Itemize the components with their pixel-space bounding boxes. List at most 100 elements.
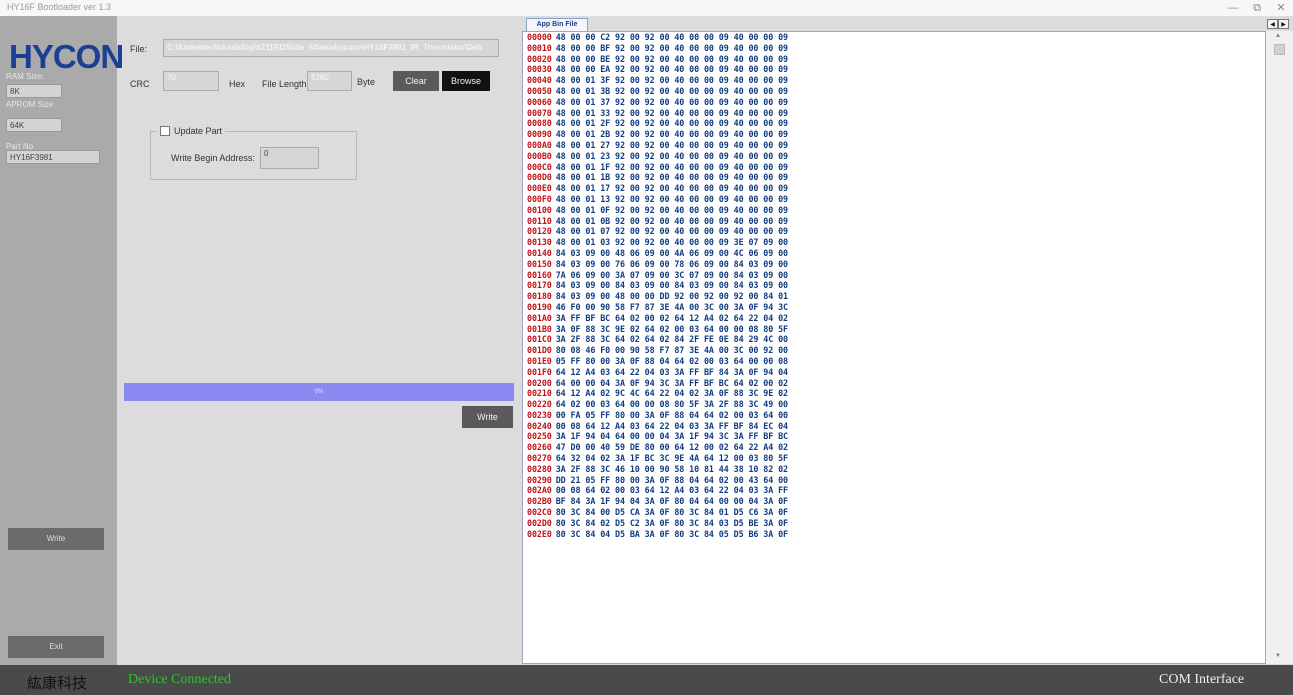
hex-bytes: 80 3C 84 00 D5 CA 3A 0F 80 3C 84 01 D5 C… bbox=[555, 507, 789, 518]
minimize-icon[interactable]: — bbox=[1222, 0, 1244, 16]
hex-row: 00090 48 00 01 2B 92 00 92 00 40 00 00 09… bbox=[523, 129, 1265, 140]
hex-row: 00140 84 03 09 00 48 06 09 00 4A 06 09 00… bbox=[523, 248, 1265, 259]
hex-row: 001F0 64 12 A4 03 64 22 04 03 3A FF BF 84… bbox=[523, 367, 1265, 378]
close-icon[interactable]: ✕ bbox=[1270, 0, 1292, 16]
hex-row: 00230 00 FA 05 FF 80 00 3A 0F 88 04 64 02… bbox=[523, 410, 1265, 421]
hex-bytes: 84 03 09 00 48 00 00 DD 92 00 92 00 92 0… bbox=[555, 291, 789, 302]
hex-row: 000B0 48 00 01 23 92 00 92 00 40 00 00 09… bbox=[523, 151, 1265, 162]
hex-row: 001E0 05 FF 80 00 3A 0F 88 04 64 02 00 03… bbox=[523, 356, 1265, 367]
tab-app-bin-file[interactable]: App Bin File bbox=[526, 18, 588, 31]
hex-bytes: 48 00 01 23 92 00 92 00 40 00 00 09 40 0… bbox=[555, 150, 789, 161]
hex-bytes: 48 00 00 EA 92 00 92 00 40 00 00 09 40 0… bbox=[555, 64, 789, 75]
scroll-left-icon[interactable]: ◀ bbox=[1267, 19, 1278, 29]
hex-row: 00060 48 00 01 37 92 00 92 00 40 00 00 09… bbox=[523, 97, 1265, 108]
hex-address: 00270 bbox=[527, 453, 552, 464]
update-part-checkbox[interactable]: Update Part bbox=[157, 126, 226, 136]
write-begin-address-label: Write Begin Address: bbox=[171, 153, 255, 163]
clear-button[interactable]: Clear bbox=[393, 71, 439, 91]
hex-bytes: 46 F0 00 90 58 F7 87 3E 4A 00 3C 00 3A 0… bbox=[555, 301, 789, 312]
hex-bytes: BF 84 3A 1F 94 04 3A 0F 80 04 64 00 00 0… bbox=[555, 496, 789, 507]
hex-row: 00160 7A 06 09 00 3A 07 09 00 3C 07 09 00… bbox=[523, 270, 1265, 281]
hex-row: 00050 48 00 01 3B 92 00 92 00 40 00 00 09… bbox=[523, 86, 1265, 97]
hex-row: 00240 00 08 64 12 A4 03 64 22 04 03 3A FF… bbox=[523, 421, 1265, 432]
hex-row: 00180 84 03 09 00 48 00 00 DD 92 00 92 00… bbox=[523, 291, 1265, 302]
hex-address: 00140 bbox=[527, 247, 552, 258]
hex-address: 00190 bbox=[527, 301, 552, 312]
scroll-right-icon[interactable]: ▶ bbox=[1278, 19, 1289, 29]
hex-row: 00190 46 F0 00 90 58 F7 87 3E 4A 00 3C 00… bbox=[523, 302, 1265, 313]
hex-row: 00020 48 00 00 BE 92 00 92 00 40 00 00 09… bbox=[523, 54, 1265, 65]
hex-row: 001D0 80 08 46 F0 00 90 58 F7 87 3E 4A 00… bbox=[523, 345, 1265, 356]
hex-address: 001B0 bbox=[527, 323, 552, 334]
hex-bytes: 48 00 00 BF 92 00 92 00 40 00 00 09 40 0… bbox=[555, 42, 789, 53]
hex-row: 001A0 3A FF BF BC 64 02 00 02 64 12 A4 02… bbox=[523, 313, 1265, 324]
hex-address: 00210 bbox=[527, 388, 552, 399]
hycon-logo: HYCON bbox=[9, 38, 124, 75]
hex-row: 00220 64 02 00 03 64 00 00 08 80 5F 3A 2F… bbox=[523, 399, 1265, 410]
scrollbar-thumb[interactable] bbox=[1274, 44, 1285, 55]
file-path-field[interactable]: C:\Andestech\AndeSight211RDS\ide_64\work… bbox=[163, 39, 499, 57]
hex-address: 000F0 bbox=[527, 193, 552, 204]
exit-button[interactable]: Exit bbox=[8, 636, 104, 658]
hex-address: 00040 bbox=[527, 75, 552, 86]
hex-row: 00010 48 00 00 BF 92 00 92 00 40 00 00 09… bbox=[523, 43, 1265, 54]
write-button[interactable]: Write bbox=[462, 406, 513, 428]
hex-row: 002C0 80 3C 84 00 D5 CA 3A 0F 80 3C 84 01… bbox=[523, 507, 1265, 518]
crc-unit-label: Hex bbox=[229, 79, 246, 89]
hex-address: 00290 bbox=[527, 474, 552, 485]
scroll-down-icon[interactable]: ▼ bbox=[1275, 653, 1281, 659]
hex-address: 00030 bbox=[527, 64, 552, 75]
hex-bytes: 00 08 64 12 A4 03 64 22 04 03 3A FF BF 8… bbox=[555, 420, 789, 431]
scrollbar[interactable]: ▲ ▼ bbox=[1266, 31, 1293, 664]
crc-label: CRC bbox=[130, 79, 150, 89]
hex-bytes: 64 00 00 04 3A 0F 94 3C 3A FF BF BC 64 0… bbox=[555, 377, 789, 388]
restore-icon[interactable]: ⧉ bbox=[1246, 0, 1268, 16]
crc-field[interactable]: 70 bbox=[163, 71, 219, 91]
hex-view[interactable]: 00000 48 00 00 C2 92 00 92 00 40 00 00 09… bbox=[522, 31, 1266, 664]
hex-row: 00270 64 32 04 02 3A 1F BC 3C 9E 4A 64 12… bbox=[523, 453, 1265, 464]
hex-bytes: 80 3C 84 02 D5 C2 3A 0F 80 3C 84 03 D5 B… bbox=[555, 517, 789, 528]
hex-address: 002C0 bbox=[527, 507, 552, 518]
hex-row: 00070 48 00 01 33 92 00 92 00 40 00 00 09… bbox=[523, 108, 1265, 119]
hex-row: 002B0 BF 84 3A 1F 94 04 3A 0F 80 04 64 00… bbox=[523, 496, 1265, 507]
hex-address: 00160 bbox=[527, 269, 552, 280]
checkbox-icon[interactable] bbox=[160, 126, 170, 136]
hex-row: 00000 48 00 00 C2 92 00 92 00 40 00 00 09… bbox=[523, 32, 1265, 43]
write-begin-address-field[interactable]: 0 bbox=[260, 147, 319, 169]
ram-size-field: 8K bbox=[6, 84, 62, 98]
progress-bar: 0% bbox=[124, 383, 514, 401]
hex-bytes: 48 00 01 03 92 00 92 00 40 00 00 09 3E 0… bbox=[555, 237, 789, 248]
hex-bytes: 3A 1F 94 04 64 00 00 04 3A 1F 94 3C 3A F… bbox=[555, 431, 789, 442]
hex-address: 00050 bbox=[527, 85, 552, 96]
progress-text: 0% bbox=[314, 389, 324, 395]
hex-address: 001F0 bbox=[527, 366, 552, 377]
hex-address: 00100 bbox=[527, 204, 552, 215]
hex-address: 00000 bbox=[527, 32, 552, 42]
part-no-field: HY16F3981 bbox=[6, 150, 100, 164]
hex-row: 00110 48 00 01 0B 92 00 92 00 40 00 00 09… bbox=[523, 216, 1265, 227]
browse-button[interactable]: Browse bbox=[442, 71, 490, 91]
hex-address: 00200 bbox=[527, 377, 552, 388]
update-part-label: Update Part bbox=[174, 126, 223, 136]
hex-bytes: 48 00 00 C2 92 00 92 00 40 00 00 09 40 0… bbox=[555, 32, 789, 42]
hex-bytes: 3A FF BF BC 64 02 00 02 64 12 A4 02 64 2… bbox=[555, 312, 789, 323]
interface-label: COM Interface bbox=[1159, 672, 1245, 687]
hex-address: 00070 bbox=[527, 107, 552, 118]
hex-bytes: 47 D0 00 40 59 DE 80 00 64 12 00 02 64 2… bbox=[555, 442, 789, 453]
hex-bytes: 48 00 01 0B 92 00 92 00 40 00 00 09 40 0… bbox=[555, 215, 789, 226]
hex-bytes: 7A 06 09 00 3A 07 09 00 3C 07 09 00 84 0… bbox=[555, 269, 789, 280]
device-status: Device Connected bbox=[128, 672, 232, 687]
hex-bytes: 48 00 01 3F 92 00 92 00 40 00 00 09 40 0… bbox=[555, 75, 789, 86]
hex-address: 001D0 bbox=[527, 345, 552, 356]
file-length-field[interactable]: 6280 bbox=[307, 71, 352, 91]
tab-scroll-arrows: ◀ ▶ bbox=[1267, 19, 1289, 29]
hex-address: 00130 bbox=[527, 237, 552, 248]
hex-row: 00290 DD 21 05 FF 80 00 3A 0F 88 04 64 02… bbox=[523, 475, 1265, 486]
sidebar-write-button[interactable]: Write bbox=[8, 528, 104, 550]
aprom-size-field: 64K bbox=[6, 118, 62, 132]
hex-address: 00280 bbox=[527, 463, 552, 474]
hex-address: 000E0 bbox=[527, 183, 552, 194]
hex-row: 00210 64 12 A4 02 9C 4C 64 22 04 02 3A 0F… bbox=[523, 388, 1265, 399]
scroll-up-icon[interactable]: ▲ bbox=[1275, 33, 1281, 39]
hex-address: 001A0 bbox=[527, 312, 552, 323]
